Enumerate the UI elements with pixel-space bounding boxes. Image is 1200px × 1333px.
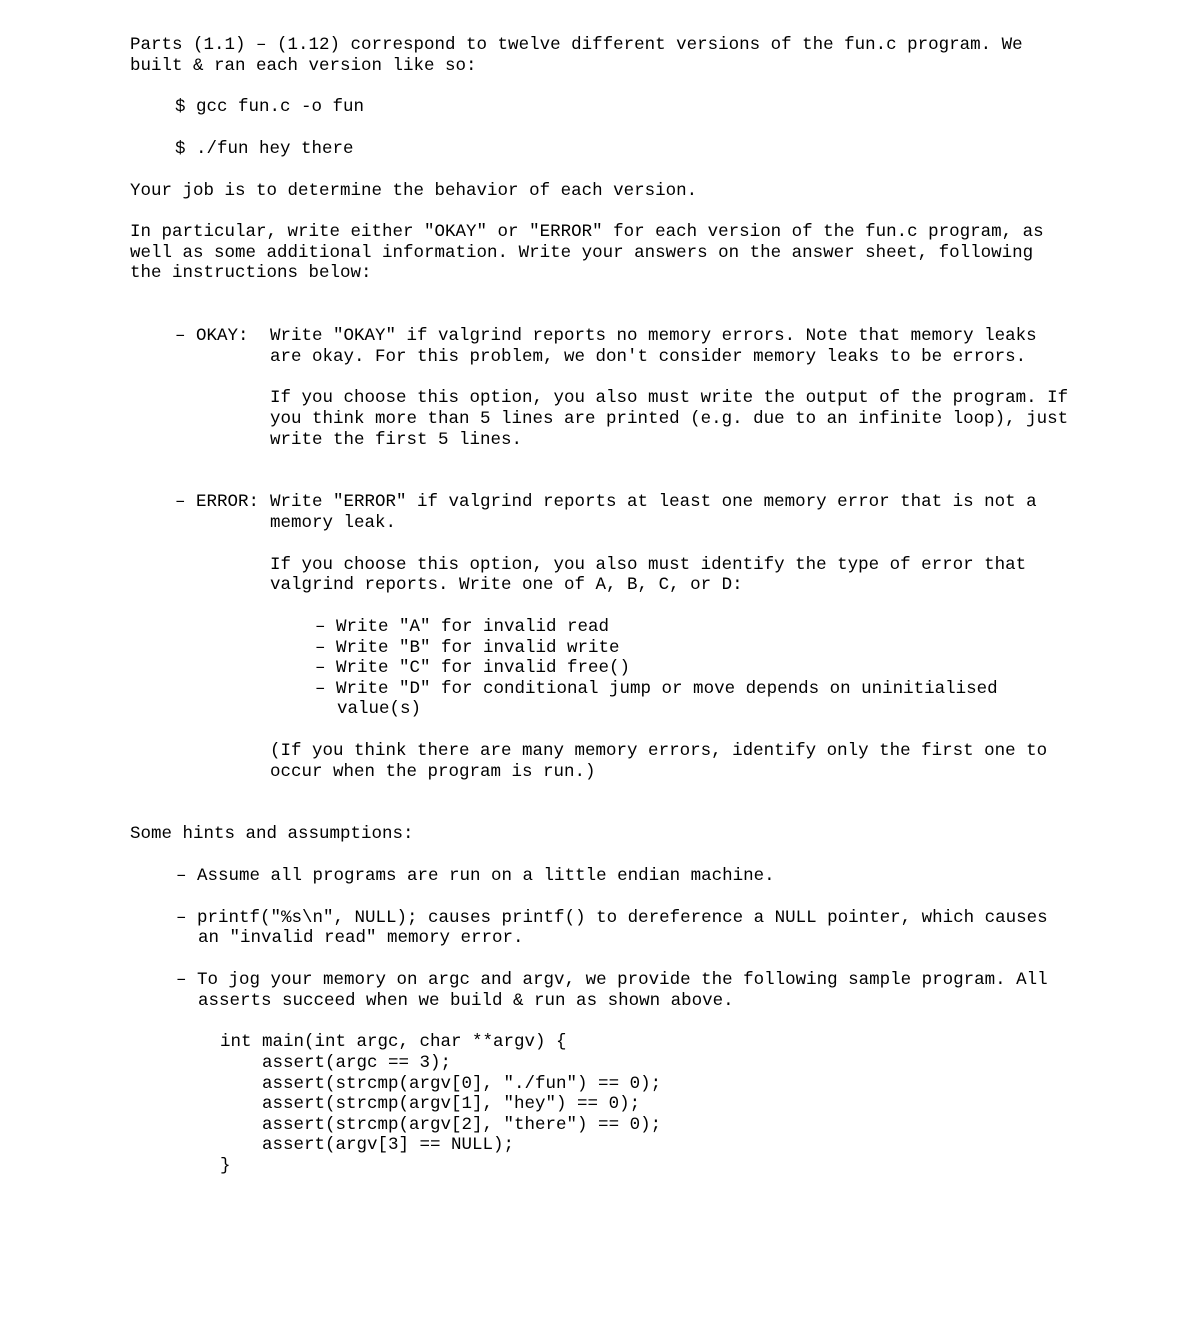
error-text-1: Write "ERROR" if valgrind reports at lea… [270, 492, 1070, 533]
command-gcc: $ gcc fun.c -o fun [130, 97, 1070, 118]
error-type-d: – Write "D" for conditional jump or move… [315, 679, 1070, 720]
code-line-3: assert(strcmp(argv[0], "./fun") == 0); [220, 1074, 1070, 1095]
error-paren-note: (If you think there are many memory erro… [270, 741, 1070, 782]
sample-code: int main(int argc, char **argv) { assert… [130, 1032, 1070, 1176]
error-text-2: If you choose this option, you also must… [270, 555, 1070, 596]
hints-list: – Assume all programs are run on a littl… [130, 866, 1070, 1011]
error-type-a: – Write "A" for invalid read [315, 617, 1070, 638]
code-line-1: int main(int argc, char **argv) { [220, 1032, 1070, 1053]
okay-label: – OKAY: [175, 326, 270, 450]
code-line-4: assert(strcmp(argv[1], "hey") == 0); [220, 1094, 1070, 1115]
command-run: $ ./fun hey there [130, 139, 1070, 160]
error-type-c: – Write "C" for invalid free() [315, 658, 1070, 679]
okay-text-1: Write "OKAY" if valgrind reports no memo… [270, 326, 1070, 367]
hint-1: – Assume all programs are run on a littl… [130, 866, 1070, 887]
error-types-list: – Write "A" for invalid read – Write "B"… [270, 617, 1070, 720]
error-type-b: – Write "B" for invalid write [315, 638, 1070, 659]
code-line-2: assert(argc == 3); [220, 1053, 1070, 1074]
hint-3: – To jog your memory on argc and argv, w… [130, 970, 1070, 1011]
intro-paragraph-1: Parts (1.1) – (1.12) correspond to twelv… [130, 35, 1070, 76]
error-option: – ERROR: Write "ERROR" if valgrind repor… [130, 492, 1070, 782]
hints-heading: Some hints and assumptions: [130, 824, 1070, 845]
error-label: – ERROR: [175, 492, 270, 782]
okay-text-2: If you choose this option, you also must… [270, 388, 1070, 450]
intro-paragraph-2: Your job is to determine the behavior of… [130, 181, 1070, 202]
intro-paragraph-3: In particular, write either "OKAY" or "E… [130, 222, 1070, 284]
code-line-6: assert(argv[3] == NULL); [220, 1135, 1070, 1156]
okay-option: – OKAY: Write "OKAY" if valgrind reports… [130, 326, 1070, 450]
code-line-5: assert(strcmp(argv[2], "there") == 0); [220, 1115, 1070, 1136]
code-line-7: } [220, 1156, 1070, 1177]
hint-2: – printf("%s\n", NULL); causes printf() … [130, 908, 1070, 949]
